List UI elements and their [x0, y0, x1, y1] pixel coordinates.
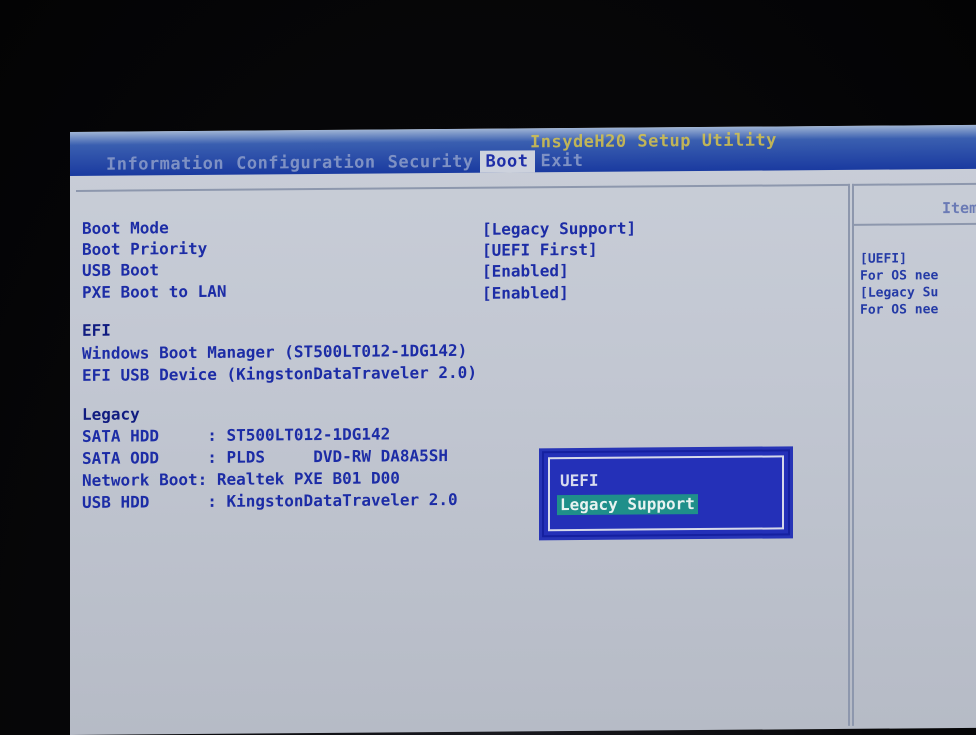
help-line: [Legacy Su [860, 285, 939, 301]
item-help-panel: Item [UEFI] For OS nee [Legacy Su For OS ne… [852, 182, 976, 726]
setting-usb-boot-value[interactable]: [Enabled] [482, 260, 569, 282]
efi-item-usb-device[interactable]: EFI USB Device (KingstonDataTraveler 2.0… [82, 362, 477, 386]
boot-mode-popup: UEFI Legacy Support [542, 449, 790, 538]
setting-boot-priority-label[interactable]: Boot Priority [82, 238, 207, 260]
tab-security[interactable]: Security [382, 151, 480, 174]
help-text: [UEFI] For OS nee [Legacy Su For OS nee [860, 250, 938, 319]
help-title: Item [942, 198, 976, 218]
help-header: Item [854, 199, 976, 226]
title-bar: InsydeH20 Setup Utility Information Conf… [70, 124, 976, 176]
setting-pxe-boot-value[interactable]: [Enabled] [482, 282, 569, 304]
boot-settings-panel: Boot Mode [Legacy Support] Boot Priority… [76, 183, 850, 732]
setting-pxe-boot-label[interactable]: PXE Boot to LAN [82, 281, 227, 303]
popup-option-legacy-support[interactable]: Legacy Support [557, 494, 698, 516]
efi-heading: EFI [82, 320, 111, 340]
help-line: For OS nee [860, 268, 939, 284]
legacy-item-usb-hdd[interactable]: USB HDD : KingstonDataTraveler 2.0 [82, 489, 458, 513]
help-line: For OS nee [860, 302, 939, 318]
bios-screen: InsydeH20 Setup Utility Information Conf… [70, 124, 976, 735]
setting-boot-mode-value[interactable]: [Legacy Support] [482, 218, 636, 240]
legacy-heading: Legacy [82, 404, 140, 424]
setting-boot-mode-label[interactable]: Boot Mode [82, 217, 169, 239]
legacy-item-sata-odd[interactable]: SATA ODD : PLDS DVD-RW DA8A5SH [82, 445, 448, 469]
legacy-item-network-boot[interactable]: Network Boot: Realtek PXE B01 D00 [82, 467, 400, 490]
tab-configuration[interactable]: Configuration [230, 152, 382, 175]
efi-item-windows-boot-manager[interactable]: Windows Boot Manager (ST500LT012-1DG142) [82, 340, 467, 364]
setting-boot-priority-value[interactable]: [UEFI First] [482, 239, 598, 261]
legacy-item-sata-hdd[interactable]: SATA HDD : ST500LT012-1DG142 [82, 423, 390, 446]
tab-exit[interactable]: Exit [535, 150, 590, 172]
tab-boot[interactable]: Boot [479, 150, 535, 173]
tab-information[interactable]: Information [100, 153, 230, 176]
setting-usb-boot-label[interactable]: USB Boot [82, 259, 159, 281]
popup-option-uefi[interactable]: UEFI [560, 471, 599, 491]
help-line: [UEFI] [860, 251, 907, 267]
tab-bar: Information Configuration Security Boot … [100, 150, 589, 176]
